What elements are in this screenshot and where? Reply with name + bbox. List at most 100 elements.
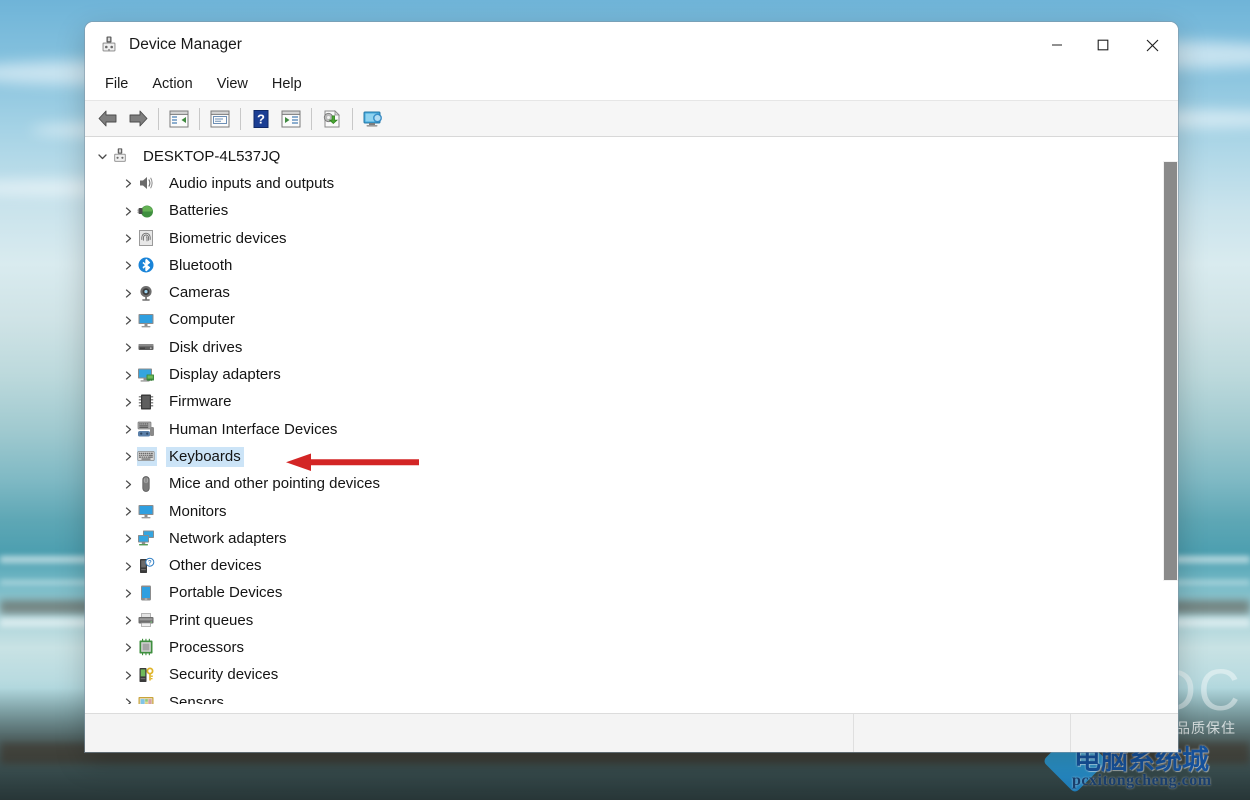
window-controls [1034,22,1178,68]
security-device-icon [137,666,157,685]
processor-icon [137,638,157,657]
tree-item-label: Monitors [169,502,227,520]
watermark-tagline: 品质保住 [1176,721,1236,737]
title-bar: Device Manager [85,22,1178,68]
tree-item-label: Bluetooth [169,256,233,274]
tree-item-print-queues[interactable]: Print queues [85,607,1160,634]
back-button[interactable] [93,105,123,133]
menu-bar: File Action View Help [85,68,1178,101]
properties-button[interactable] [205,105,235,133]
chevron-right-icon[interactable] [119,588,137,599]
device-tree[interactable]: DESKTOP-4L537JQ Audio inputs and outputs [85,137,1160,704]
tree-item-label: Display adapters [169,366,281,384]
tree-item-label: Disk drives [169,338,243,356]
maximize-button[interactable] [1080,22,1126,68]
device-manager-icon [99,35,119,55]
chevron-right-icon[interactable] [119,315,137,326]
tree-item-label: Processors [169,638,245,656]
tree-item-firmware[interactable]: Firmware [85,389,1160,416]
tree-root-item[interactable]: DESKTOP-4L537JQ [85,143,1160,170]
menu-help[interactable]: Help [260,73,314,95]
chevron-right-icon[interactable] [119,479,137,490]
chevron-down-icon[interactable] [93,151,111,162]
mouse-icon [137,475,157,494]
show-hide-action-pane-button[interactable] [276,105,306,133]
chevron-right-icon[interactable] [119,178,137,189]
tree-item-label: Keyboards [166,446,244,467]
menu-view[interactable]: View [205,73,260,95]
monitor-icon [137,502,157,521]
chevron-right-icon[interactable] [119,206,137,217]
chevron-right-icon[interactable] [119,670,137,681]
chevron-right-icon[interactable] [119,697,137,704]
hid-icon [137,420,157,439]
tree-root-label: DESKTOP-4L537JQ [143,147,281,165]
update-driver-button[interactable] [317,105,347,133]
tree-item-cameras[interactable]: Cameras [85,279,1160,306]
tree-item-display-adapters[interactable]: Display adapters [85,361,1160,388]
tree-item-label: Portable Devices [169,584,283,602]
tree-item-label: Human Interface Devices [169,420,338,438]
chevron-right-icon[interactable] [119,506,137,517]
tree-item-label: Print queues [169,611,254,629]
tree-item-label: Audio inputs and outputs [169,174,335,192]
status-bar [85,713,1178,752]
tree-item-mice-and-other-pointing-devices[interactable]: Mice and other pointing devices [85,471,1160,498]
firmware-chip-icon [137,393,157,412]
svg-text:?: ? [257,111,265,126]
menu-file[interactable]: File [93,73,140,95]
status-pane-secondary [854,714,1071,752]
tree-item-keyboards[interactable]: Keyboards [85,443,1160,470]
chevron-right-icon[interactable] [119,615,137,626]
show-hide-console-tree-button[interactable] [164,105,194,133]
help-button[interactable]: ? [246,105,276,133]
tree-item-network-adapters[interactable]: Network adapters [85,525,1160,552]
tree-item-disk-drives[interactable]: Disk drives [85,334,1160,361]
minimize-button[interactable] [1034,22,1080,68]
vertical-scrollbar[interactable] [1160,137,1178,704]
toolbar-separator [311,107,312,130]
chevron-right-icon[interactable] [119,397,137,408]
tree-item-other-devices[interactable]: ? Other devices [85,552,1160,579]
toolbar-separator [199,107,200,130]
tree-item-processors[interactable]: Processors [85,634,1160,661]
monitor-icon [137,311,157,330]
printer-icon [137,611,157,630]
keyboard-icon [137,447,157,467]
chevron-right-icon[interactable] [119,288,137,299]
horizontal-scrollbar[interactable] [85,704,1178,713]
chevron-right-icon[interactable] [119,561,137,572]
toolbar-separator [352,107,353,130]
tree-item-human-interface-devices[interactable]: Human Interface Devices [85,416,1160,443]
status-pane-message [85,714,854,752]
chevron-right-icon[interactable] [119,342,137,353]
tree-item-biometric-devices[interactable]: Biometric devices [85,225,1160,252]
tree-item-audio-inputs-and-outputs[interactable]: Audio inputs and outputs [85,170,1160,197]
vertical-scrollbar-thumb[interactable] [1163,161,1178,581]
chevron-right-icon[interactable] [119,370,137,381]
computer-root-icon [111,147,131,166]
speaker-icon [137,174,157,193]
status-pane-tertiary [1071,714,1178,752]
scan-hardware-changes-button[interactable] [358,105,388,133]
chevron-right-icon[interactable] [119,451,137,462]
tree-item-monitors[interactable]: Monitors [85,498,1160,525]
chevron-right-icon[interactable] [119,533,137,544]
chevron-right-icon[interactable] [119,424,137,435]
tree-item-sensors[interactable]: Sensors [85,689,1160,704]
menu-action[interactable]: Action [140,73,204,95]
tree-item-portable-devices[interactable]: Portable Devices [85,580,1160,607]
chevron-right-icon[interactable] [119,233,137,244]
device-manager-window: Device Manager File Action View Help ? D… [85,22,1178,752]
close-button[interactable] [1126,22,1178,68]
tree-item-batteries[interactable]: Batteries [85,198,1160,225]
tree-item-security-devices[interactable]: Security devices [85,662,1160,689]
chevron-right-icon[interactable] [119,260,137,271]
tree-item-label: Computer [169,311,235,329]
tree-item-computer[interactable]: Computer [85,307,1160,334]
chevron-right-icon[interactable] [119,642,137,653]
tree-item-bluetooth[interactable]: Bluetooth [85,252,1160,279]
camera-icon [137,284,157,303]
forward-button[interactable] [123,105,153,133]
tree-item-label: Mice and other pointing devices [169,475,380,493]
